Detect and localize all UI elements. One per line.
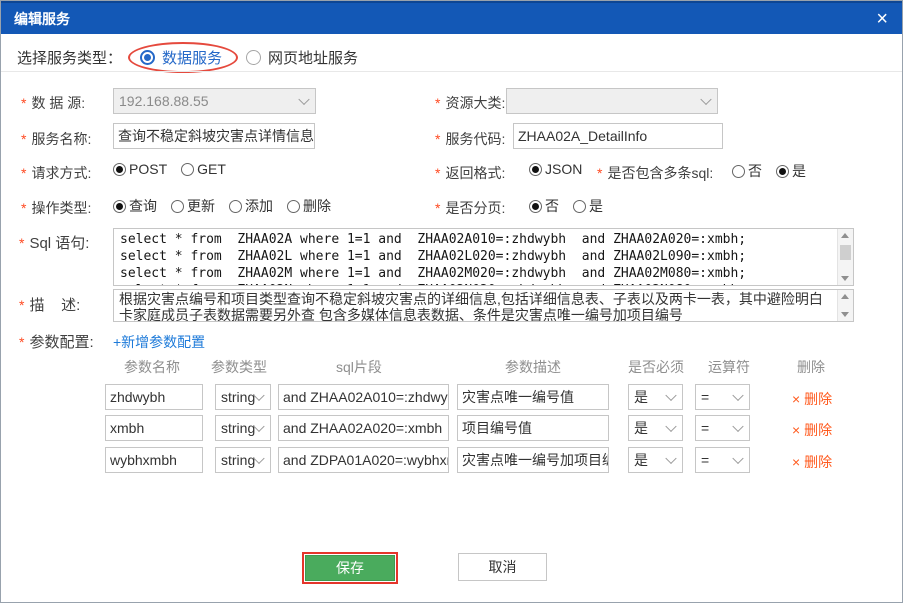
save-button[interactable]: 保存 xyxy=(305,555,395,581)
col-header-param-desc: 参数描述 xyxy=(505,357,561,377)
params-config-label: *参数配置: xyxy=(19,331,94,352)
col-header-param-type: 参数类型 xyxy=(211,357,267,377)
operator-select[interactable]: = xyxy=(695,384,750,410)
return-format-group: JSON xyxy=(529,161,596,177)
radio-query[interactable]: 查询 xyxy=(113,196,157,216)
col-header-required: 是否必须 xyxy=(628,357,684,377)
radio-data-service-label[interactable]: 数据服务 xyxy=(162,47,222,68)
radio-paging-yes[interactable]: 是 xyxy=(573,196,603,216)
chevron-down-icon xyxy=(665,390,676,401)
chevron-down-icon xyxy=(732,421,743,432)
service-name-input[interactable]: 查询不稳定斜坡灾害点详情信息 xyxy=(113,123,315,149)
radio-web-url-service-label[interactable]: 网页地址服务 xyxy=(268,47,358,68)
scroll-down-icon[interactable] xyxy=(841,312,849,317)
service-name-label: *服务名称: xyxy=(21,129,91,149)
sql-fragment-input[interactable]: and ZHAA02A020=:xmbh xyxy=(278,415,449,441)
sql-fragment-input[interactable]: and ZHAA02A010=:zhdwybh xyxy=(278,384,449,410)
data-source-select[interactable]: 192.168.88.55 xyxy=(113,88,316,114)
required-select[interactable]: 是 xyxy=(628,384,683,410)
radio-multisql-no[interactable]: 否 xyxy=(732,161,762,181)
edit-service-dialog: 编辑服务 × 选择服务类型： 数据服务 网页地址服务 *数 据 源: 192.1… xyxy=(0,0,903,603)
param-type-select[interactable]: string xyxy=(215,447,271,473)
pagination-label: *是否分页: xyxy=(435,198,505,218)
required-select[interactable]: 是 xyxy=(628,415,683,441)
description-label: *描 述: xyxy=(19,294,80,315)
param-name-input[interactable]: wybhxmbh xyxy=(105,447,203,473)
param-type-select[interactable]: string xyxy=(215,415,271,441)
return-format-label: *返回格式: xyxy=(435,163,505,183)
red-ellipse-annotation: 数据服务 xyxy=(128,42,238,73)
operation-type-label: *操作类型: xyxy=(21,198,91,218)
resource-category-label: *资源大类: xyxy=(435,93,505,113)
cancel-button[interactable]: 取消 xyxy=(458,553,547,581)
param-type-select[interactable]: string xyxy=(215,384,271,410)
radio-update[interactable]: 更新 xyxy=(171,196,215,216)
description-textarea[interactable]: 根据灾害点编号和项目类型查询不稳定斜坡灾害点的详细信息,包括详细信息表、子表以及… xyxy=(113,289,854,322)
close-icon[interactable]: × xyxy=(876,7,888,31)
divider xyxy=(1,71,902,72)
dialog-titlebar: 编辑服务 × xyxy=(1,1,902,34)
col-header-operator: 运算符 xyxy=(708,357,750,377)
service-type-label: 选择服务类型： xyxy=(17,47,122,68)
param-desc-input[interactable]: 项目编号值 xyxy=(457,415,609,441)
radio-delete[interactable]: 删除 xyxy=(287,196,331,216)
col-header-param-name: 参数名称 xyxy=(124,357,180,377)
radio-post[interactable]: POST xyxy=(113,161,167,177)
param-desc-input[interactable]: 灾害点唯一编号加项目编号 xyxy=(457,447,609,473)
chevron-down-icon xyxy=(298,94,309,105)
red-rect-annotation: 保存 xyxy=(302,552,398,584)
multi-sql-group: 否 是 xyxy=(732,161,820,181)
radio-add[interactable]: 添加 xyxy=(229,196,273,216)
sql-text: select * from ZHAA02A where 1=1 and ZHAA… xyxy=(114,229,838,285)
param-name-input[interactable]: zhdwybh xyxy=(105,384,203,410)
dialog-title: 编辑服务 xyxy=(14,9,70,29)
param-desc-input[interactable]: 灾害点唯一编号值 xyxy=(457,384,609,410)
radio-multisql-yes[interactable]: 是 xyxy=(776,161,806,181)
chevron-down-icon xyxy=(665,421,676,432)
resource-category-select[interactable] xyxy=(506,88,718,114)
chevron-down-icon xyxy=(732,390,743,401)
radio-web-url-service[interactable] xyxy=(246,50,261,65)
chevron-down-icon xyxy=(665,453,676,464)
sql-textarea[interactable]: select * from ZHAA02A where 1=1 and ZHAA… xyxy=(113,228,854,286)
scroll-up-icon[interactable] xyxy=(841,233,849,238)
delete-param-link[interactable]: × 删除 xyxy=(792,420,832,440)
delete-param-link[interactable]: × 删除 xyxy=(792,452,832,472)
col-header-delete: 删除 xyxy=(797,357,825,377)
delete-param-link[interactable]: × 删除 xyxy=(792,389,832,409)
param-name-input[interactable]: xmbh xyxy=(105,415,203,441)
service-code-label: *服务代码: xyxy=(435,129,505,149)
sql-label: *Sql 语句: xyxy=(19,232,89,253)
radio-paging-no[interactable]: 否 xyxy=(529,196,559,216)
description-text: 根据灾害点编号和项目类型查询不稳定斜坡灾害点的详细信息,包括详细信息表、子表以及… xyxy=(114,290,838,321)
operator-select[interactable]: = xyxy=(695,447,750,473)
request-method-group: POST GET xyxy=(113,161,240,177)
request-method-label: *请求方式: xyxy=(21,163,91,183)
radio-data-service[interactable] xyxy=(140,50,155,65)
scrollbar-thumb[interactable] xyxy=(840,245,851,260)
service-code-input[interactable]: ZHAA02A_DetailInfo xyxy=(513,123,723,149)
operation-type-group: 查询 更新 添加 删除 xyxy=(113,196,345,216)
scroll-down-icon[interactable] xyxy=(841,276,849,281)
pagination-group: 否 是 xyxy=(529,196,617,216)
sql-scrollbar[interactable] xyxy=(837,229,853,285)
data-source-label: *数 据 源: xyxy=(21,93,85,113)
radio-json[interactable]: JSON xyxy=(529,161,582,177)
radio-get[interactable]: GET xyxy=(181,161,226,177)
chevron-down-icon xyxy=(700,94,711,105)
description-scrollbar[interactable] xyxy=(837,290,853,321)
scroll-up-icon[interactable] xyxy=(841,294,849,299)
chevron-down-icon xyxy=(732,453,743,464)
add-param-link[interactable]: +新增参数配置 xyxy=(113,332,205,352)
col-header-sql-fragment: sql片段 xyxy=(336,357,382,377)
required-select[interactable]: 是 xyxy=(628,447,683,473)
multi-sql-label: *是否包含多条sql: xyxy=(597,163,713,183)
service-type-row: 选择服务类型： 数据服务 网页地址服务 xyxy=(17,43,358,71)
operator-select[interactable]: = xyxy=(695,415,750,441)
sql-fragment-input[interactable]: and ZDPA01A020=:wybhxmbh xyxy=(278,447,449,473)
